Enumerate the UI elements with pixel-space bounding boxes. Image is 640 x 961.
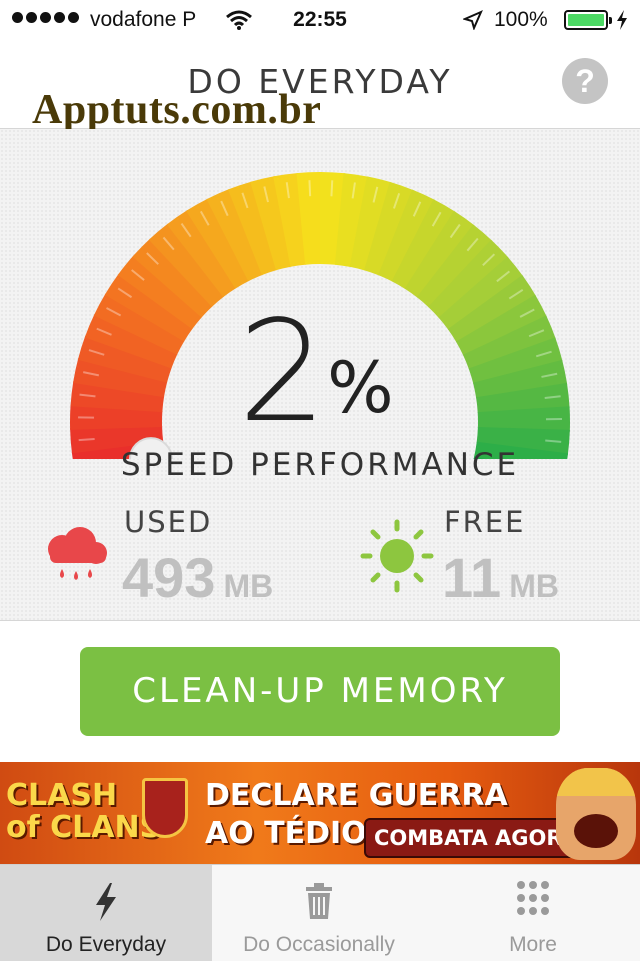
sun-icon bbox=[360, 519, 434, 593]
ad-brand-logo: CLASH of CLANS bbox=[6, 780, 161, 844]
battery-icon bbox=[564, 10, 608, 30]
shield-icon bbox=[142, 778, 188, 838]
percent-sign: % bbox=[327, 347, 394, 429]
charging-icon bbox=[616, 10, 628, 30]
location-arrow-icon bbox=[463, 10, 483, 30]
free-memory: 11MB bbox=[442, 545, 559, 610]
help-icon[interactable]: ? bbox=[562, 58, 608, 104]
ad-banner[interactable]: CLASH of CLANS DECLARE GUERRA AO TÉDIO C… bbox=[0, 762, 640, 864]
watermark-text: Apptuts.com.br bbox=[32, 86, 321, 134]
used-memory-value: 493 bbox=[122, 546, 215, 609]
gauge-tick bbox=[331, 180, 332, 196]
speed-caption: SPEED PERFORMANCE bbox=[0, 447, 640, 483]
tab-label: Do Everyday bbox=[0, 933, 212, 957]
tab-label: Do Occasionally bbox=[212, 933, 426, 957]
lightning-icon bbox=[0, 879, 212, 923]
barbarian-character-image bbox=[556, 768, 636, 860]
used-memory: 493MB bbox=[122, 545, 273, 610]
clean-up-memory-button[interactable]: CLEAN-UP MEMORY bbox=[80, 647, 560, 736]
gauge-tick bbox=[309, 180, 310, 196]
free-label: FREE bbox=[444, 505, 525, 539]
free-memory-value: 11 bbox=[442, 546, 501, 609]
speed-percentage-value: 2 bbox=[238, 291, 323, 454]
gauge-tick bbox=[79, 439, 95, 440]
speed-percentage: 2% bbox=[238, 303, 408, 443]
tab-do-everyday[interactable]: Do Everyday bbox=[0, 865, 212, 961]
used-memory-unit: MB bbox=[223, 568, 273, 604]
free-memory-unit: MB bbox=[509, 568, 559, 604]
tab-bar: Do Everyday Do Occasionally More bbox=[0, 864, 640, 961]
ad-headline-1: DECLARE GUERRA bbox=[205, 778, 508, 813]
tab-do-occasionally[interactable]: Do Occasionally bbox=[212, 865, 426, 961]
ad-headline-2: AO TÉDIO bbox=[205, 816, 367, 851]
grid-dots-icon bbox=[426, 879, 640, 923]
tab-more[interactable]: More bbox=[426, 865, 640, 961]
rain-cloud-icon bbox=[42, 525, 110, 587]
battery-percentage: 100% bbox=[494, 8, 548, 32]
speed-panel: 2% SPEED PERFORMANCE USED 493MB FREE 11M… bbox=[0, 129, 640, 621]
status-bar: vodafone P 22:55 100% bbox=[0, 0, 640, 40]
used-label: USED bbox=[124, 505, 212, 539]
ad-brand-line2: of CLANS bbox=[6, 812, 161, 844]
ad-brand-line1: CLASH bbox=[6, 780, 161, 812]
trash-icon bbox=[212, 879, 426, 923]
tab-label: More bbox=[426, 933, 640, 957]
gauge-tick bbox=[545, 441, 561, 442]
